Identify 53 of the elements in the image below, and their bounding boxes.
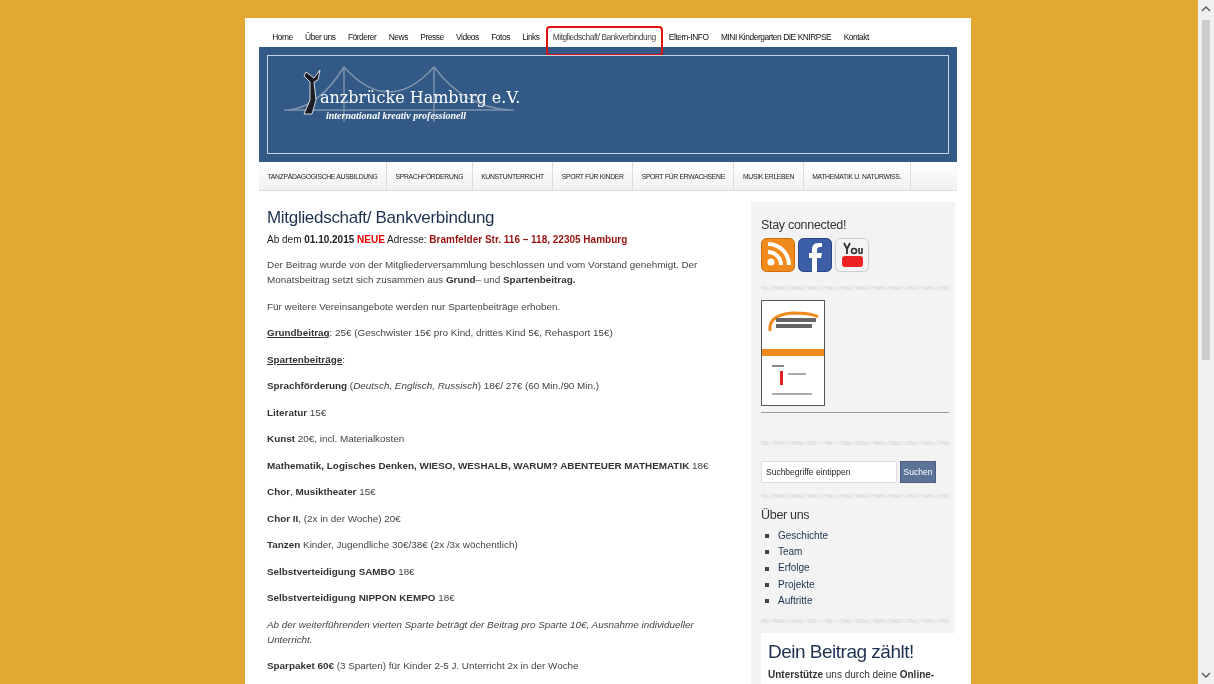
bullet-icon (765, 534, 769, 539)
scrollbar[interactable] (1198, 0, 1214, 684)
nav-link[interactable]: Links (516, 26, 546, 50)
widget-title: Stay connected! (761, 218, 848, 232)
nav-link[interactable]: MINI Kindergarten DIE KNIRPSE (714, 26, 838, 50)
sidebar-link[interactable]: Team (778, 544, 803, 561)
paragraph: Chor II, (2x in der Woche) 20€ (267, 511, 402, 526)
bullet-icon (765, 566, 769, 571)
logo-text: anzbrücke Hamburg e.V. (320, 88, 521, 107)
bullet-icon (765, 550, 769, 555)
address-notice: Ab dem 01.10.2015 NEUE Adresse: Bramfelder Str. 116 – 118, 22305 Hamburg (267, 234, 629, 245)
nav-link[interactable]: Förderer (341, 26, 383, 50)
sidebar-link[interactable]: Projekte (778, 576, 815, 593)
paragraph: Selbstverteidigung NIPPON KEMPO 18€ (267, 591, 456, 605)
bullet-icon (765, 582, 769, 587)
logo-tagline: international kreativ professionell (326, 110, 466, 121)
sidebar-link[interactable]: Auftritte (778, 592, 813, 609)
paragraph: Tanzen Kinder, Jugendliche 30€/38€ (2x /3x wöchentlich) (267, 538, 519, 552)
sidebar-link[interactable]: Geschichte (778, 528, 829, 545)
paragraph: Chor, Musiktheater 15€ (267, 485, 377, 499)
nav-link[interactable]: Kontakt (837, 26, 876, 50)
paragraph: Sprachförderung (Deutsch, Englisch, Russisch) 18€/ 27€ (60 Min./90 Min.) (267, 379, 601, 393)
paragraph: Mathematik, Logisches Denken, WIESO, WESHALB, WARUM? ABENTEUER MATHEMATIK 18€ (267, 458, 710, 473)
paragraph: Der Beitrag wurde von der Mitgliederversammlung beschlossen und vom Vorstand genehmigt. Der Monatsbeitrag setzt sich zusammen aus Grund– und Spartenbeitrag. (267, 258, 699, 287)
paragraph: Für weitere Vereinsangebote werden nur Spartenbeiträge erhoben. (267, 299, 562, 314)
youtube-icon[interactable] (835, 238, 869, 272)
nav-link[interactable]: Fotos (485, 26, 517, 50)
nav-link[interactable]: Über uns (298, 26, 342, 50)
paragraph: Ab der weiterführenden vierten Sparte beträgt der Beitrag pro Sparte 10€, Ausnahme individueller Unterricht. (267, 617, 695, 647)
paragraph: Spartenbeiträge: (267, 352, 346, 367)
widget-title: Über uns (761, 508, 811, 522)
scrollbar-thumb[interactable] (1202, 20, 1210, 360)
nav-link[interactable]: Eltern-INFO (662, 26, 715, 50)
nav-link[interactable]: Home (266, 26, 299, 50)
search-button[interactable]: Suchen (900, 461, 936, 483)
scroll-up-icon[interactable] (1201, 6, 1211, 12)
sidebar-link[interactable]: Erfolge (778, 560, 810, 577)
nav-link[interactable]: Presse (414, 26, 450, 50)
paragraph: Sparpaket 60€ (3 Sparten) für Kinder 2-5 J. Unterricht 2x in der Woche (267, 659, 580, 673)
rss-icon[interactable] (761, 238, 795, 272)
nav-link[interactable]: Videos (449, 26, 485, 50)
paragraph: Selbstverteidigung SAMBO 18€ (267, 564, 416, 579)
paragraph: Literatur 15€ (267, 405, 328, 420)
search-field[interactable]: Suchbegriffe eintippen (761, 461, 897, 483)
promo-text: Unterstütze uns durch deine Online- (768, 669, 936, 680)
nav-link[interactable]: News (382, 26, 415, 50)
paragraph: Grundbeitrag: 25€ (Geschwister 15€ pro Kind, drittes Kind 5€, Rehasport 15€) (267, 326, 614, 340)
facebook-icon[interactable] (798, 238, 832, 272)
page-title: Mitgliedschaft/ Bankverbindung (267, 208, 496, 228)
promo-title: Dein Beitrag zählt! (768, 641, 915, 663)
bullet-icon (765, 598, 769, 603)
paragraph: Kunst 20€, incl. Materialkosten (267, 432, 406, 446)
scroll-down-icon[interactable] (1201, 672, 1211, 678)
